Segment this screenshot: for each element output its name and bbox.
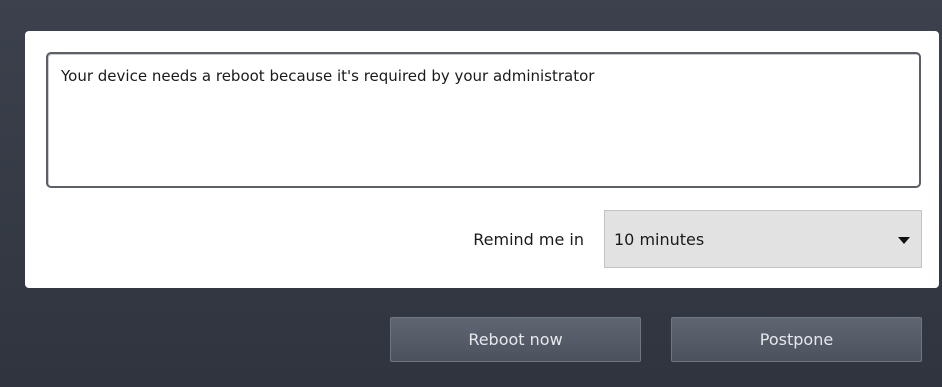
- postpone-label: Postpone: [759, 330, 834, 349]
- dialog-content-panel: Your device needs a reboot because it's …: [25, 31, 939, 288]
- message-box: Your device needs a reboot because it's …: [46, 52, 921, 188]
- reboot-now-button[interactable]: Reboot now: [390, 317, 641, 362]
- remind-interval-dropdown[interactable]: 10 minutes: [604, 210, 922, 268]
- reboot-dialog: { "message": { "text": "Your device need…: [0, 0, 942, 387]
- remind-interval-value: 10 minutes: [614, 230, 705, 249]
- postpone-button[interactable]: Postpone: [671, 317, 922, 362]
- chevron-down-icon: [898, 237, 910, 244]
- reboot-now-label: Reboot now: [468, 330, 563, 349]
- message-text: Your device needs a reboot because it's …: [61, 67, 595, 85]
- remind-me-label: Remind me in: [473, 230, 584, 249]
